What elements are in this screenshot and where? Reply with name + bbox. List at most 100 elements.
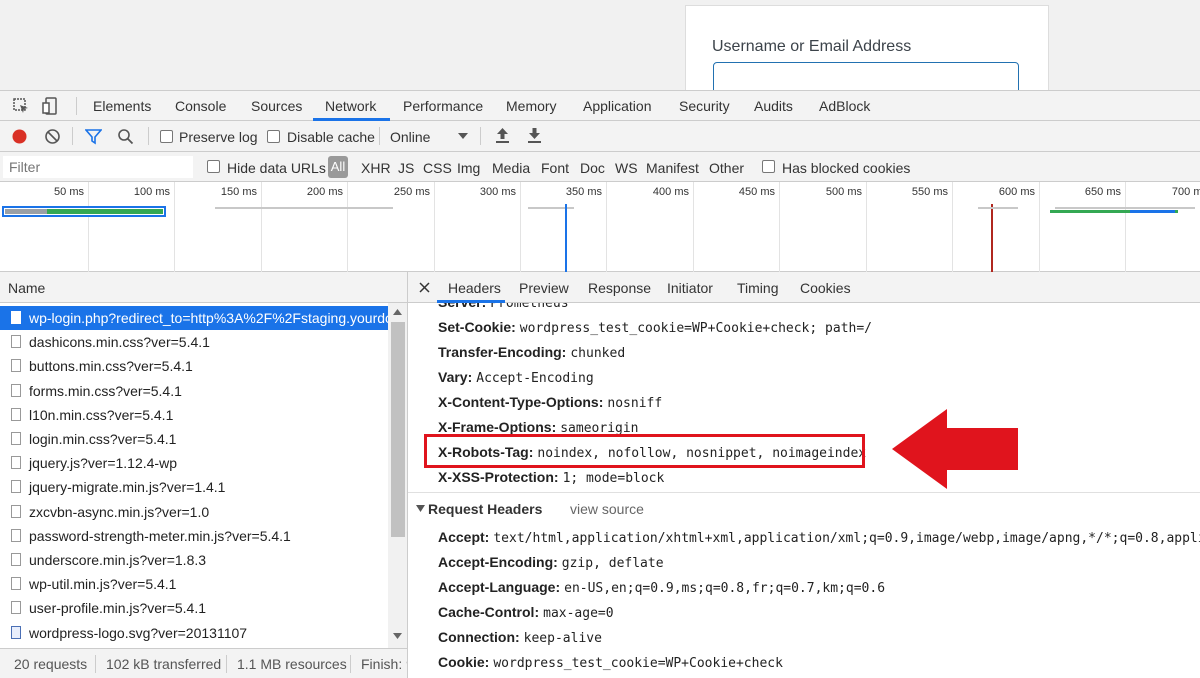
filter-type-manifest[interactable]: Manifest <box>646 160 699 176</box>
file-icon <box>11 504 21 518</box>
status-finish: Finish: 9 <box>361 656 407 672</box>
filter-type-css[interactable]: CSS <box>423 160 452 176</box>
tab-preview[interactable]: Preview <box>519 280 569 296</box>
response-header-row: X-XSS-Protection: 1; mode=block <box>438 469 664 486</box>
request-name: dashicons.min.css?ver=5.4.1 <box>29 334 210 351</box>
header-value: Accept-Encoding <box>476 371 594 386</box>
filter-type-font[interactable]: Font <box>541 160 569 176</box>
has-blocked-cookies-checkbox[interactable] <box>762 160 775 173</box>
hide-data-urls-checkbox[interactable] <box>207 160 220 173</box>
divider <box>148 127 149 145</box>
response-header-row: Vary: Accept-Encoding <box>438 369 594 386</box>
tab-console[interactable]: Console <box>175 98 226 114</box>
header-value: text/html,application/xhtml+xml,applicat… <box>493 531 1200 546</box>
name-column-header[interactable] <box>0 272 408 303</box>
filter-input[interactable] <box>3 156 193 178</box>
filter-type-js[interactable]: JS <box>398 160 414 176</box>
scroll-up-icon[interactable] <box>393 309 402 315</box>
divider <box>72 127 73 145</box>
disable-cache-label: Disable cache <box>287 129 375 145</box>
divider <box>95 655 96 673</box>
filter-type-all[interactable]: All <box>328 156 348 178</box>
header-value: chunked <box>570 346 626 361</box>
file-icon <box>11 577 21 591</box>
request-header-row: Accept-Encoding: gzip, deflate <box>438 554 664 571</box>
header-value: 1; mode=block <box>562 471 665 486</box>
header-key: Set-Cookie: <box>438 319 516 335</box>
filter-type-ws[interactable]: WS <box>615 160 638 176</box>
request-name: underscore.min.js?ver=1.8.3 <box>29 552 207 568</box>
header-key: Connection: <box>438 629 520 645</box>
device-icon[interactable] <box>42 97 60 115</box>
filter-type-img[interactable]: Img <box>457 160 480 176</box>
header-value: wordpress_test_cookie=WP+Cookie+check <box>493 656 783 671</box>
request-row[interactable]: wp-login.php?redirect_to=http%3A%2F%2Fst… <box>0 306 388 330</box>
request-name: zxcvbn-async.min.js?ver=1.0 <box>29 503 210 520</box>
request-row[interactable]: jquery.js?ver=1.12.4-wp <box>0 451 388 475</box>
inspect-icon[interactable] <box>12 97 30 115</box>
request-row[interactable]: buttons.min.css?ver=5.4.1 <box>0 354 388 378</box>
tab-sources[interactable]: Sources <box>251 98 302 114</box>
chevron-down-icon[interactable] <box>458 133 468 140</box>
header-key: Accept: <box>438 529 490 545</box>
file-icon <box>11 432 21 445</box>
tab-timing[interactable]: Timing <box>737 280 779 296</box>
close-icon[interactable] <box>419 282 430 293</box>
tab-network[interactable]: Network <box>325 98 376 114</box>
tab-audits[interactable]: Audits <box>754 98 793 114</box>
view-source-link[interactable]: view source <box>570 501 644 517</box>
request-row[interactable]: login.min.css?ver=5.4.1 <box>0 427 388 451</box>
has-blocked-cookies-label: Has blocked cookies <box>782 160 911 176</box>
request-list: wp-login.php?redirect_to=http%3A%2F%2Fst… <box>0 303 388 648</box>
filter-type-other[interactable]: Other <box>709 160 744 176</box>
hide-data-urls-label: Hide data URLs <box>227 160 326 176</box>
header-value: max-age=0 <box>543 606 614 621</box>
disable-cache-checkbox[interactable] <box>267 130 280 143</box>
tab-application[interactable]: Application <box>583 98 652 114</box>
tab-headers[interactable]: Headers <box>448 280 501 296</box>
request-row[interactable]: dashicons.min.css?ver=5.4.1 <box>0 330 388 354</box>
filter-type-doc[interactable]: Doc <box>580 160 605 176</box>
tab-initiator[interactable]: Initiator <box>667 280 713 296</box>
network-toolbar: Preserve log Disable cache Online <box>0 121 1200 152</box>
scrollbar-thumb[interactable] <box>391 322 405 537</box>
tab-security[interactable]: Security <box>679 98 730 114</box>
request-row[interactable]: wp-util.min.js?ver=5.4.1 <box>0 572 388 596</box>
request-row[interactable]: jquery-migrate.min.js?ver=1.4.1 <box>0 475 388 499</box>
request-row[interactable]: user-profile.min.js?ver=5.4.1 <box>0 596 388 620</box>
tab-response[interactable]: Response <box>588 280 651 296</box>
filter-icon[interactable] <box>85 128 102 145</box>
filter-type-media[interactable]: Media <box>492 160 530 176</box>
devtools-main-tabbar: Elements Console Sources Network Perform… <box>0 90 1200 121</box>
tab-elements[interactable]: Elements <box>93 98 151 114</box>
throttle-select[interactable]: Online <box>390 129 430 145</box>
status-finish-clip: Finish: 9 <box>361 648 407 678</box>
triangle-down-icon[interactable] <box>416 505 425 513</box>
tab-performance[interactable]: Performance <box>403 98 483 114</box>
file-icon <box>11 480 21 494</box>
upload-icon[interactable] <box>495 127 510 144</box>
scroll-down-icon[interactable] <box>393 633 402 639</box>
tab-adblock[interactable]: AdBlock <box>819 98 870 114</box>
record-icon[interactable] <box>11 128 28 145</box>
tab-cookies[interactable]: Cookies <box>800 280 851 296</box>
preserve-log-checkbox[interactable] <box>160 130 173 143</box>
header-value: wordpress_test_cookie=WP+Cookie+check; p… <box>519 321 872 336</box>
request-row[interactable]: zxcvbn-async.min.js?ver=1.0 <box>0 500 388 524</box>
request-name: forms.min.css?ver=5.4.1 <box>29 382 182 399</box>
header-key: Cookie: <box>438 654 490 670</box>
tab-memory[interactable]: Memory <box>506 98 557 114</box>
request-row[interactable]: password-strength-meter.min.js?ver=5.4.1 <box>0 524 388 548</box>
request-row[interactable]: underscore.min.js?ver=1.8.3 <box>0 548 388 572</box>
filter-type-xhr[interactable]: XHR <box>361 160 391 176</box>
status-requests: 20 requests <box>14 656 88 672</box>
file-icon <box>11 553 21 566</box>
clear-icon[interactable] <box>44 128 61 145</box>
request-row[interactable]: wordpress-logo.svg?ver=20131107 <box>0 621 388 645</box>
request-headers-title[interactable]: Request Headers <box>428 501 542 517</box>
request-row[interactable]: forms.min.css?ver=5.4.1 <box>0 379 388 403</box>
download-icon[interactable] <box>527 127 542 144</box>
status-resources: 1.1 MB resources <box>237 656 347 672</box>
request-row[interactable]: l10n.min.css?ver=5.4.1 <box>0 403 388 427</box>
search-icon[interactable] <box>117 128 134 145</box>
